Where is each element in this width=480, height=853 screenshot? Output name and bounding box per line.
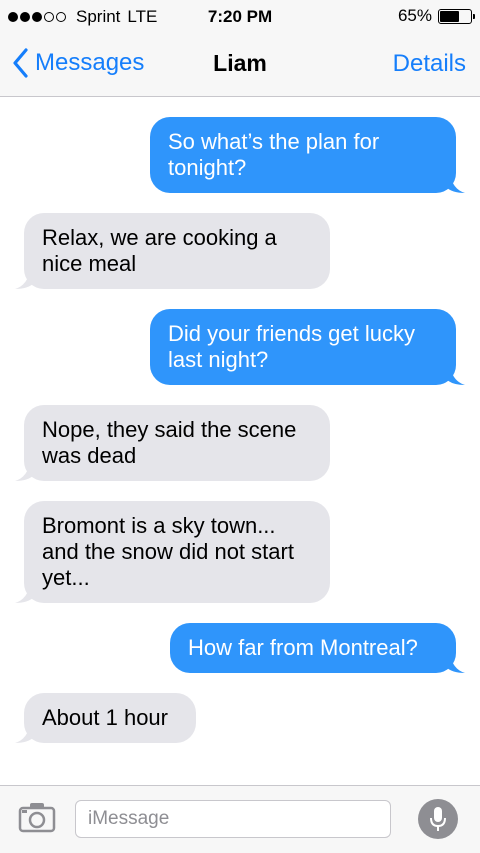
- bubble-tail: [15, 583, 34, 603]
- bubble-tail: [446, 365, 465, 385]
- message-thread[interactable]: So what’s the plan for tonight? Relax, w…: [0, 97, 480, 785]
- received-message-bubble[interactable]: About 1 hour: [15, 693, 196, 743]
- details-button[interactable]: Details: [393, 50, 466, 78]
- bubble-tail: [446, 653, 465, 673]
- battery-icon: [438, 8, 475, 24]
- message-text: Bromont is a sky town... and the snow di…: [42, 513, 294, 590]
- message-text: Nope, they said the scene was dead: [42, 417, 297, 468]
- sent-message-bubble[interactable]: How far from Montreal?: [170, 623, 465, 673]
- message-text: Did your friends get lucky last night?: [168, 321, 415, 372]
- bubble-tail: [15, 269, 34, 289]
- message-text: How far from Montreal?: [188, 635, 418, 660]
- imessage-input[interactable]: [75, 800, 391, 838]
- bubble-tail: [15, 723, 34, 743]
- camera-button[interactable]: [18, 801, 56, 838]
- sent-message-bubble[interactable]: Did your friends get lucky last night?: [150, 309, 465, 385]
- message-text: Relax, we are cooking a nice meal: [42, 225, 277, 276]
- sent-message-bubble[interactable]: So what’s the plan for tonight?: [150, 117, 465, 193]
- received-message-bubble[interactable]: Relax, we are cooking a nice meal: [15, 213, 330, 289]
- message-text: So what’s the plan for tonight?: [168, 129, 380, 180]
- bubble-tail: [446, 173, 465, 193]
- battery-percent: 65%: [397, 6, 432, 25]
- nav-bar: Messages Liam Details: [0, 34, 480, 97]
- received-message-bubble[interactable]: Nope, they said the scene was dead: [15, 405, 330, 481]
- microphone-button[interactable]: [418, 799, 458, 839]
- received-message-bubble[interactable]: Bromont is a sky town... and the snow di…: [15, 501, 330, 603]
- input-bar: [0, 785, 480, 853]
- message-text: About 1 hour: [42, 705, 168, 730]
- microphone-icon: [430, 807, 446, 831]
- status-bar: Sprint LTE 7:20 PM 65%: [0, 0, 480, 34]
- battery-tip: [473, 13, 475, 19]
- camera-icon: [18, 803, 56, 833]
- status-right: 65%: [397, 6, 475, 26]
- bubble-tail: [15, 461, 34, 481]
- battery-fill: [440, 10, 459, 22]
